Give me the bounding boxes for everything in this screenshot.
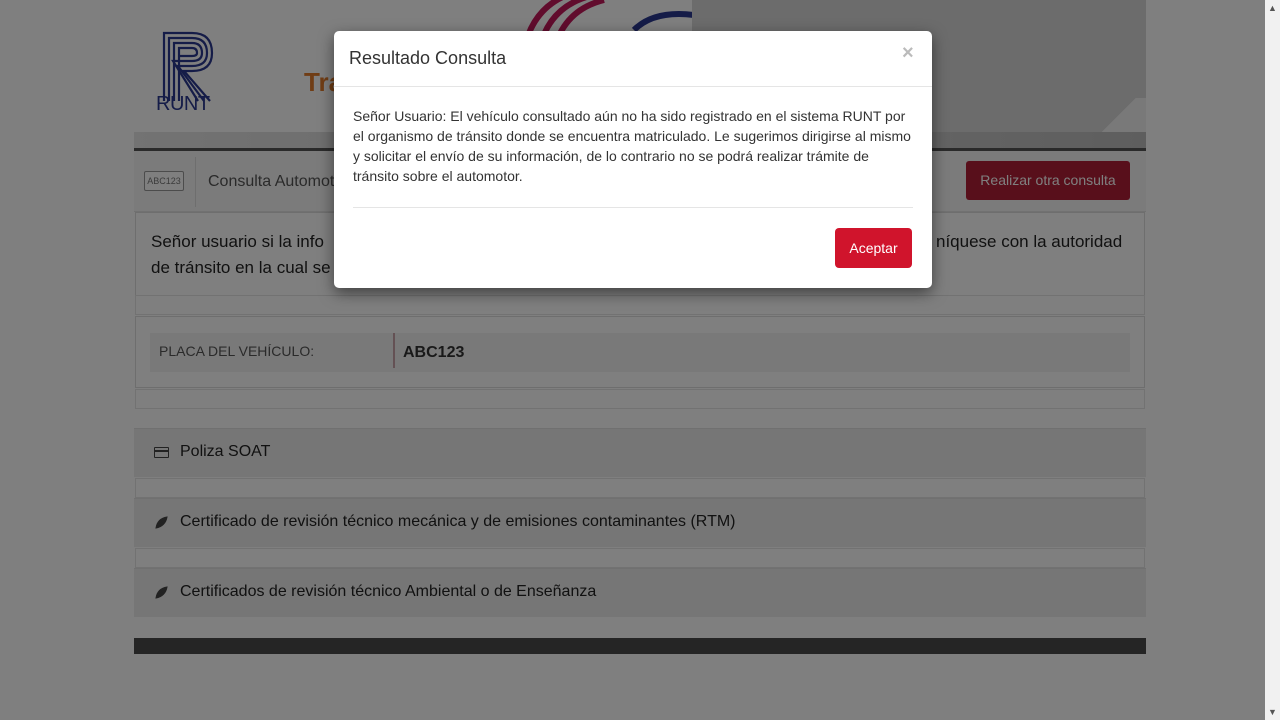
modal-header: Resultado Consulta × [334, 31, 932, 87]
modal-message-line: Señor Usuario: El vehículo consultado aú… [353, 108, 906, 124]
scroll-down-icon[interactable]: ▼ [1268, 707, 1277, 717]
modal-message-line: tránsito sobre el automotor. [353, 168, 523, 184]
page-scrollbar[interactable]: ▲ ▼ [1265, 0, 1280, 720]
modal-message-line: el organismo de tránsito donde se encuen… [353, 128, 911, 144]
close-icon[interactable]: × [902, 43, 914, 63]
accept-button[interactable]: Aceptar [835, 228, 912, 268]
result-modal: Resultado Consulta × Señor Usuario: El v… [334, 31, 932, 288]
modal-title: Resultado Consulta [349, 48, 507, 68]
scroll-up-icon[interactable]: ▲ [1268, 3, 1277, 13]
modal-message-line: y solicitar el envío de su información, … [353, 148, 869, 164]
modal-message: Señor Usuario: El vehículo consultado aú… [353, 106, 913, 186]
modal-footer-divider [353, 207, 913, 208]
